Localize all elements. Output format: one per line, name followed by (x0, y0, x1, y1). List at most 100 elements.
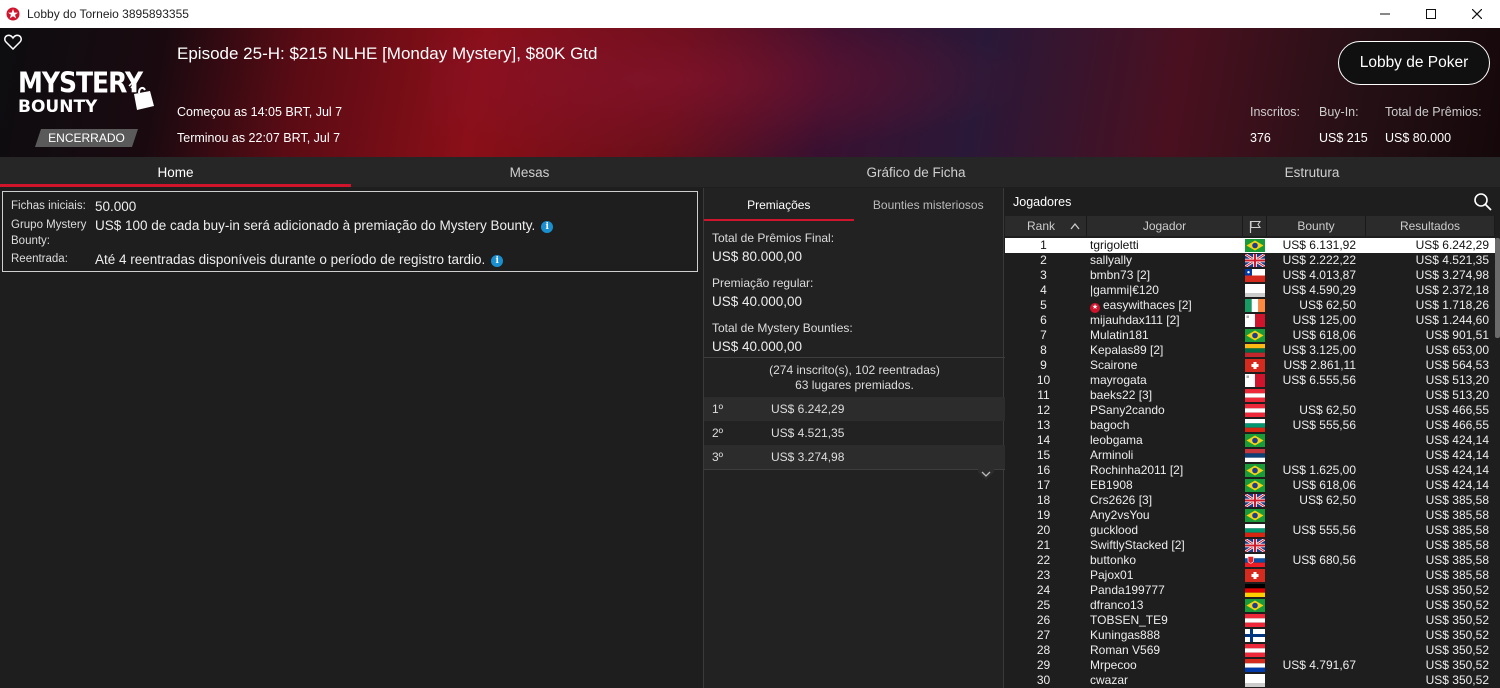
player-name: baeks22 [3] (1082, 388, 1242, 403)
payout-amount: US$ 4.521,35 (771, 426, 845, 440)
table-row[interactable]: 20 gucklood US$ 555,56 US$ 385,58 (1005, 523, 1495, 538)
player-rank: 20 (1036, 523, 1051, 537)
final-prize-label: Total de Prêmios Final: (712, 231, 835, 245)
tab-tables[interactable]: Mesas (351, 157, 708, 187)
table-row[interactable]: 27 Kuningas888 US$ 350,52 (1005, 628, 1495, 643)
player-name-text: mijauhdax111 [2] (1090, 313, 1180, 327)
player-name: Any2vsYou (1082, 508, 1242, 523)
table-row[interactable]: 28 Roman V569 US$ 350,52 (1005, 643, 1495, 658)
table-row[interactable]: 11 baeks22 [3] US$ 513,20 (1005, 388, 1495, 403)
entrants-label: Inscritos: (1250, 105, 1301, 119)
table-row[interactable]: 12 PSany2cando US$ 62,50 US$ 466,55 (1005, 403, 1495, 418)
table-row[interactable]: 17 EB1908 US$ 618,06 US$ 424,14 (1005, 478, 1495, 493)
maximize-button[interactable] (1408, 0, 1454, 28)
player-result: US$ 901,51 (1425, 328, 1489, 342)
player-name: ★ easywithaces [2] (1082, 298, 1242, 313)
players-panel: Jogadores Rank Jogador Bounty Resultados… (1005, 188, 1500, 688)
table-row[interactable]: 14 leobgama US$ 424,14 (1005, 433, 1495, 448)
player-name: leobgama (1082, 433, 1242, 448)
player-name-text: Mulatin181 (1090, 328, 1149, 342)
rank-column-header[interactable]: Rank (1005, 216, 1087, 236)
payout-row: 3º US$ 3.274,98 (704, 445, 1005, 469)
player-rank: 21 (1036, 538, 1051, 552)
player-name: Scairone (1082, 358, 1242, 373)
payout-amount: US$ 6.242,29 (771, 402, 845, 416)
mystery-prize-value: US$ 40.000,00 (712, 339, 803, 354)
table-row[interactable]: 21 SwiftlyStacked [2] US$ 385,58 (1005, 538, 1495, 553)
country-column-header[interactable] (1243, 216, 1267, 236)
player-rank: 15 (1036, 448, 1051, 462)
player-bounty (1268, 583, 1360, 598)
player-rank: 13 (1036, 418, 1051, 432)
window-titlebar: Lobby do Torneio 3895893355 (0, 0, 1500, 28)
table-row[interactable]: 15 Arminoli US$ 424,14 (1005, 448, 1495, 463)
table-row[interactable]: 18 Crs2626 [3] US$ 62,50 US$ 385,58 (1005, 493, 1495, 508)
payout-amount: US$ 3.274,98 (771, 450, 845, 464)
buyin-label: Buy-In: (1319, 105, 1359, 119)
scrollbar-thumb[interactable] (1495, 238, 1500, 338)
player-name: Mrpecoo (1082, 658, 1242, 673)
regular-prize-value: US$ 40.000,00 (712, 294, 803, 309)
tab-structure[interactable]: Estrutura (1124, 157, 1500, 187)
player-name-text: Scairone (1090, 358, 1138, 372)
tab-mystery-bounties[interactable]: Bounties misteriosos (854, 188, 1004, 221)
table-row[interactable]: 4 |gammi|€120 US$ 4.590,29 US$ 2.372,18 (1005, 283, 1495, 298)
player-result: US$ 350,52 (1425, 598, 1489, 612)
minimize-button[interactable] (1362, 0, 1408, 28)
entrants-value: 376 (1250, 131, 1271, 145)
table-row[interactable]: 24 Panda199777 US$ 350,52 (1005, 583, 1495, 598)
table-row[interactable]: 16 Rochinha2011 [2] US$ 1.625,00 US$ 424,14 (1005, 463, 1495, 478)
table-row[interactable]: 5 ★ easywithaces [2] US$ 62,50 US$ 1.718,26 (1005, 298, 1495, 313)
table-row[interactable]: 29 Mrpecoo US$ 4.791,67 US$ 350,52 (1005, 658, 1495, 673)
player-result: US$ 385,58 (1425, 538, 1489, 552)
table-row[interactable]: 7 Mulatin181 US$ 618,06 US$ 901,51 (1005, 328, 1495, 343)
info-icon[interactable]: i (541, 221, 554, 233)
tab-prizes[interactable]: Premiações (704, 188, 854, 221)
player-bounty: US$ 680,56 (1292, 553, 1356, 567)
table-row[interactable]: 26 TOBSEN_TE9 US$ 350,52 (1005, 613, 1495, 628)
player-name: TOBSEN_TE9 (1082, 613, 1242, 628)
table-row[interactable]: 19 Any2vsYou US$ 385,58 (1005, 508, 1495, 523)
player-bounty: US$ 6.555,56 (1282, 373, 1356, 387)
close-button[interactable] (1454, 0, 1500, 28)
player-bounty: US$ 555,56 (1292, 523, 1356, 537)
search-icon[interactable] (1473, 192, 1493, 212)
table-row[interactable]: 23 Pajox01 US$ 385,58 (1005, 568, 1495, 583)
table-row[interactable]: 8 Kepalas89 [2] US$ 3.125,00 US$ 653,00 (1005, 343, 1495, 358)
players-scrollbar[interactable] (1495, 236, 1500, 688)
player-name: EB1908 (1082, 478, 1242, 493)
final-prize-value: US$ 80.000,00 (712, 249, 803, 264)
table-row[interactable]: 9 Scairone US$ 2.861,11 US$ 564,53 (1005, 358, 1495, 373)
country-flag-icon (1242, 418, 1268, 433)
poker-lobby-button[interactable]: Lobby de Poker (1338, 41, 1490, 85)
results-column-header[interactable]: Resultados (1366, 216, 1495, 236)
player-column-header[interactable]: Jogador (1087, 216, 1243, 236)
tab-home[interactable]: Home (0, 157, 351, 187)
player-rank: 25 (1036, 598, 1051, 612)
player-result: US$ 1.244,60 (1415, 313, 1489, 327)
bounty-column-header[interactable]: Bounty (1267, 216, 1366, 236)
player-name: cwazar (1082, 673, 1242, 688)
player-bounty (1268, 568, 1360, 583)
starting-chips-value: 50.000 (95, 199, 137, 214)
favorite-heart-icon[interactable] (4, 34, 22, 50)
player-bounty (1268, 508, 1360, 523)
info-icon[interactable]: i (491, 255, 504, 267)
table-row[interactable]: 2 sallyally US$ 2.222,22 US$ 4.521,35 (1005, 253, 1495, 268)
tab-chip-graph[interactable]: Gráfico de Ficha (708, 157, 1124, 187)
table-row[interactable]: 30 cwazar US$ 350,52 (1005, 673, 1495, 688)
table-row[interactable]: 13 bagoch US$ 555,56 US$ 466,55 (1005, 418, 1495, 433)
chevron-down-icon[interactable] (978, 468, 994, 482)
table-row[interactable]: 10 mayrogata US$ 6.555,56 US$ 513,20 (1005, 373, 1495, 388)
country-flag-icon (1242, 673, 1268, 688)
mystery-prize-block: Total de Mystery Bounties: US$ 40.000,00 (712, 321, 853, 354)
mystery-bounty-label-1: Grupo Mystery (11, 219, 87, 231)
table-row[interactable]: 22 buttonko US$ 680,56 US$ 385,58 (1005, 553, 1495, 568)
player-name-text: Crs2626 [3] (1090, 493, 1153, 507)
table-row[interactable]: 1 tgrigoletti US$ 6.131,92 US$ 6.242,29 (1005, 238, 1495, 253)
table-row[interactable]: 25 dfranco13 US$ 350,52 (1005, 598, 1495, 613)
mystery-prize-label: Total de Mystery Bounties: (712, 321, 853, 335)
table-row[interactable]: 6 mijauhdax111 [2] US$ 125,00 US$ 1.244,60 (1005, 313, 1495, 328)
table-row[interactable]: 3 bmbn73 [2] US$ 4.013,87 US$ 3.274,98 (1005, 268, 1495, 283)
player-rank: 19 (1036, 508, 1051, 522)
